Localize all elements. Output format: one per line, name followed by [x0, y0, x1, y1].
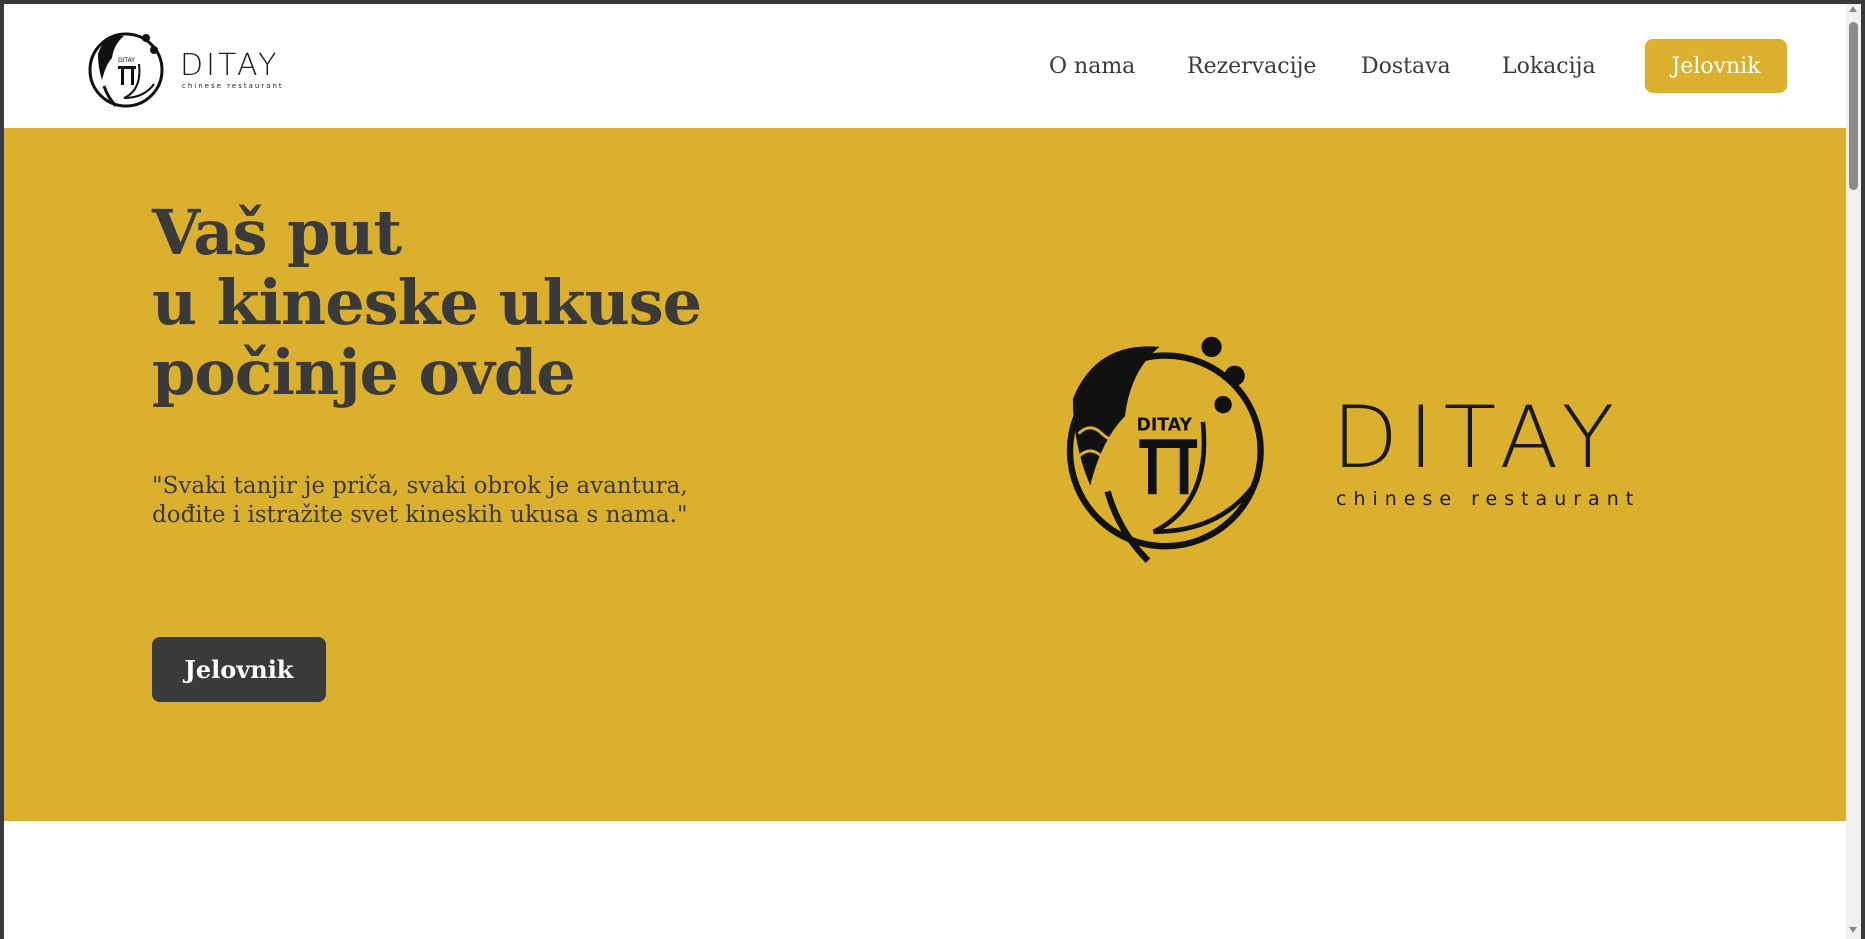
hero-title-line: u kineske ukuse — [152, 266, 702, 339]
scrollbar-thumb[interactable] — [1849, 22, 1858, 190]
logo-tagline: chinese restaurant — [182, 82, 284, 90]
nav-link-delivery[interactable]: Dostava — [1361, 54, 1451, 79]
logo-emblem-text: DITAY — [118, 57, 135, 64]
hero-title-line: Vaš put — [152, 196, 402, 269]
hero-logo-emblem-text: DITAY — [1136, 416, 1192, 436]
nav-link-location[interactable]: Lokacija — [1502, 54, 1596, 79]
nav-link-about[interactable]: O nama — [1049, 54, 1135, 79]
scroll-up-arrow-icon[interactable] — [1849, 6, 1857, 12]
hero-quote-line: dođite i istražite svet kineskih ukusa s… — [152, 502, 688, 528]
hero-logo-emblem-icon: DITAY — [1066, 336, 1264, 563]
header-logo[interactable]: DITAY DITAY chinese restaurant — [84, 24, 294, 114]
menu-button-hero[interactable]: Jelovnik — [152, 637, 326, 702]
hero-section: Vaš put u kineske ukuse počinje ovde "Sv… — [4, 128, 1846, 821]
hero-title-line: počinje ovde — [152, 336, 576, 409]
nav-link-reservations[interactable]: Rezervacije — [1187, 54, 1316, 79]
hero-logo: DITAY DITAY chinese restaurant — [1044, 318, 1644, 578]
hero-quote-line: "Svaki tanjir je priča, svaki obrok je a… — [152, 473, 688, 499]
hero-title: Vaš put u kineske ukuse počinje ovde — [152, 196, 702, 409]
hero-logo-brand: DITAY — [1332, 388, 1625, 488]
menu-button-header[interactable]: Jelovnik — [1645, 39, 1787, 93]
hero-logo-tagline: chinese restaurant — [1336, 488, 1641, 510]
browser-viewport: DITAY DITAY chinese restaurant O nama Re… — [4, 4, 1846, 939]
site-header: DITAY DITAY chinese restaurant O nama Re… — [4, 4, 1846, 128]
hero-quote: "Svaki tanjir je priča, svaki obrok je a… — [152, 472, 688, 530]
logo-brand: DITAY — [180, 48, 280, 83]
logo-emblem-icon: DITAY — [88, 32, 164, 108]
scroll-down-arrow-icon[interactable] — [1849, 927, 1857, 933]
page-scrollbar[interactable] — [1846, 4, 1861, 939]
